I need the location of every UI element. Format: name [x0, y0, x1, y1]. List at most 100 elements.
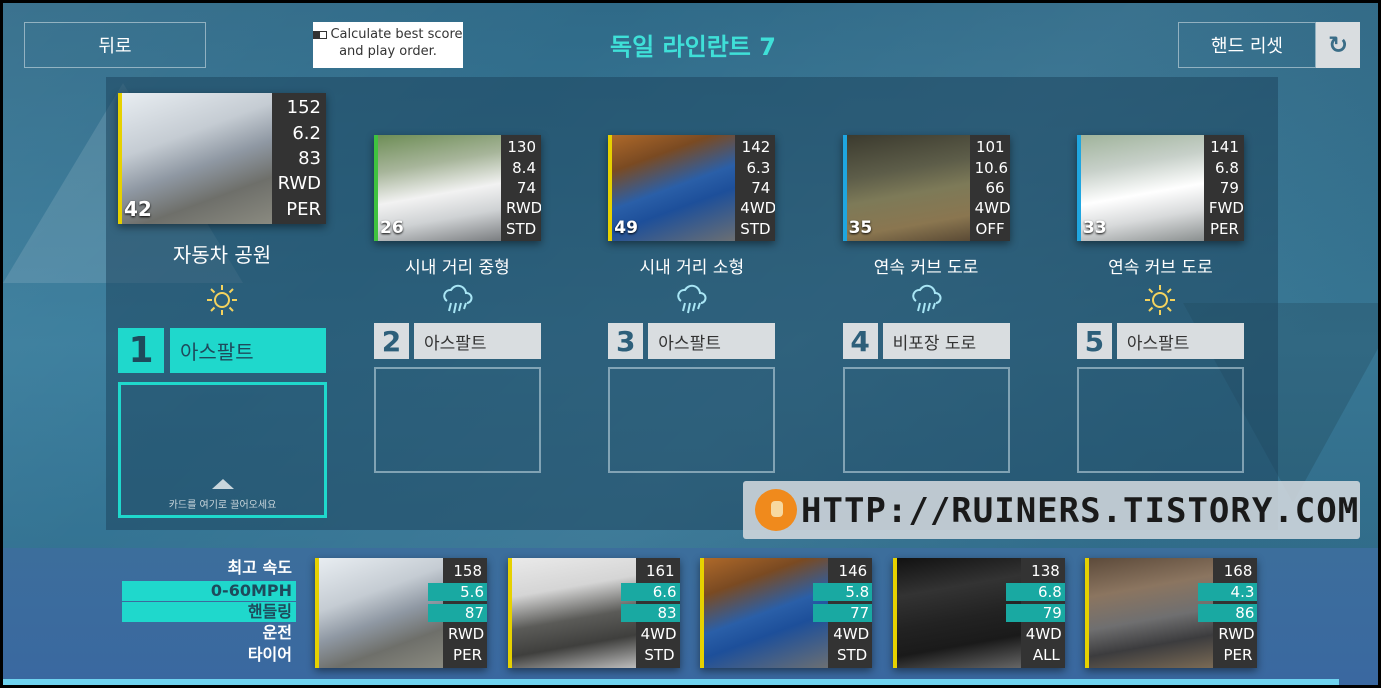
tyres-value: STD	[506, 219, 537, 238]
tyres-value: PER	[286, 198, 321, 220]
card-drop-zone[interactable]: 카드를 여기로 끌어오세요	[118, 382, 327, 518]
car-photo	[315, 558, 443, 668]
zero-sixty-value: 10.6	[974, 158, 1008, 177]
card-drop-zone[interactable]	[374, 367, 541, 473]
rarity-bar	[608, 135, 613, 241]
drive-value: FWD	[1208, 199, 1244, 218]
checkbox-icon[interactable]	[313, 30, 328, 39]
tyres-value: STD	[740, 219, 771, 238]
back-button[interactable]: 뒤로	[24, 22, 206, 68]
car-stats: 141 6.8 79 FWD PER	[1203, 135, 1244, 241]
car-card[interactable]: 161 6.6 83 4WD STD	[507, 558, 680, 668]
card-drop-zone[interactable]	[1076, 367, 1244, 473]
car-stats: 161 6.6 83 4WD STD	[620, 558, 680, 668]
car-card[interactable]: 141 6.8 79 FWD PER 33	[1076, 135, 1244, 241]
zero-sixty-value: 6.8	[1005, 582, 1065, 601]
car-card[interactable]: 138 6.8 79 4WD ALL	[892, 558, 1065, 668]
track-location: 시내 거리 중형	[405, 258, 510, 278]
car-photo	[1085, 558, 1214, 668]
zero-sixty-value: 6.8	[1215, 158, 1239, 177]
car-stats: 146 5.8 77 4WD STD	[813, 558, 873, 668]
watermark: HTTP://RUINERS.TISTORY.COM	[743, 481, 1360, 539]
reset-hand-button[interactable]: 핸드 리셋	[1178, 22, 1316, 68]
sort-option[interactable]: 최고 속도	[122, 558, 296, 578]
slot-number: 2	[374, 323, 409, 359]
car-card[interactable]: 142 6.3 74 4WD STD 49	[608, 135, 776, 241]
sort-option[interactable]: 타이어	[122, 645, 296, 665]
top-speed-value: 141	[1210, 138, 1239, 157]
drive-value: 4WD	[974, 199, 1010, 218]
zero-sixty-value: 6.3	[746, 158, 771, 177]
handling-value: 66	[985, 178, 1005, 197]
zero-sixty-value: 5.6	[428, 582, 487, 601]
handling-value: 79	[1005, 603, 1065, 622]
top-speed-value: 168	[1223, 561, 1253, 580]
top-speed-value: 146	[838, 561, 868, 580]
drive-value: 4WD	[833, 625, 870, 644]
track-location: 연속 커브 도로	[873, 258, 979, 278]
sort-option[interactable]: 핸들링	[122, 602, 296, 622]
sort-option[interactable]: 운전	[122, 623, 296, 643]
top-speed-value: 161	[645, 561, 675, 580]
sunny-icon	[205, 283, 239, 323]
handling-value: 74	[516, 178, 536, 197]
watermark-url: HTTP://RUINERS.TISTORY.COM	[801, 491, 1360, 531]
car-stats: 168 4.3 86 RWD PER	[1198, 558, 1258, 668]
drive-value: RWD	[277, 173, 321, 195]
drive-value: 4WD	[640, 625, 677, 644]
top-speed-value: 142	[741, 138, 771, 157]
card-drop-zone[interactable]	[608, 367, 776, 473]
hand-tray: 최고 속도 0-60MPH 핸들링 운전 타이어 158 5.6 87 RWD PER 161 6.…	[3, 548, 1378, 685]
tyres-value: STD	[836, 646, 868, 665]
handling-value: 79	[1219, 178, 1239, 197]
handling-value: 87	[428, 603, 487, 622]
sort-option[interactable]: 0-60MPH	[122, 581, 296, 601]
zero-sixty-value: 4.3	[1198, 582, 1258, 601]
car-rating: 33	[1082, 218, 1107, 238]
track-surface: 아스팔트	[648, 323, 776, 359]
scrollbar[interactable]	[3, 679, 1339, 685]
car-card[interactable]: 130 8.4 74 RWD STD 26	[374, 135, 541, 241]
car-card[interactable]: 146 5.8 77 4WD STD	[700, 558, 873, 668]
car-stats: 101 10.6 66 4WD OFF	[969, 135, 1010, 241]
slot-number: 1	[118, 328, 164, 373]
top-speed-value: 101	[975, 138, 1005, 157]
track-surface: 아스팔트	[1116, 323, 1244, 359]
rarity-bar	[842, 135, 847, 241]
drop-arrow-icon	[211, 479, 234, 489]
slot-number: 5	[1076, 323, 1112, 359]
zero-sixty-value: 5.8	[813, 582, 873, 601]
track-location: 연속 커브 도로	[1108, 258, 1213, 278]
car-card[interactable]: 152 6.2 83 RWD PER 42	[118, 93, 326, 224]
rain-icon	[440, 283, 474, 323]
car-card[interactable]: 158 5.6 87 RWD PER	[315, 558, 487, 668]
handling-value: 83	[298, 147, 321, 169]
rain-icon	[674, 283, 708, 323]
handling-value: 83	[620, 603, 680, 622]
drive-value: 4WD	[740, 199, 776, 218]
car-stats: 142 6.3 74 4WD STD	[735, 135, 776, 241]
car-photo	[892, 558, 1021, 668]
car-rating: 49	[614, 218, 638, 238]
handling-value: 77	[813, 603, 873, 622]
car-card[interactable]: 101 10.6 66 4WD OFF 35	[842, 135, 1010, 241]
tyres-value: ALL	[1032, 646, 1060, 665]
card-drop-zone[interactable]	[842, 367, 1010, 473]
game-screen: 뒤로 Calculate best score and play order. …	[3, 3, 1378, 685]
rarity-bar	[315, 558, 319, 668]
rarity-bar	[892, 558, 897, 668]
drive-value: RWD	[448, 625, 485, 644]
refresh-icon[interactable]: ↻	[1316, 22, 1360, 68]
rarity-bar	[700, 558, 705, 668]
blog-logo-icon	[755, 489, 797, 531]
car-photo	[700, 558, 829, 668]
tyres-value: PER	[1223, 646, 1253, 665]
rarity-bar	[507, 558, 512, 668]
sunny-icon	[1143, 283, 1177, 323]
track-surface: 아스팔트	[170, 328, 326, 373]
zero-sixty-value: 6.2	[292, 122, 321, 144]
calculate-best-button[interactable]: Calculate best score and play order.	[313, 22, 463, 68]
handling-value: 86	[1198, 603, 1258, 622]
car-stats: 138 6.8 79 4WD ALL	[1005, 558, 1065, 668]
car-card[interactable]: 168 4.3 86 RWD PER	[1085, 558, 1258, 668]
